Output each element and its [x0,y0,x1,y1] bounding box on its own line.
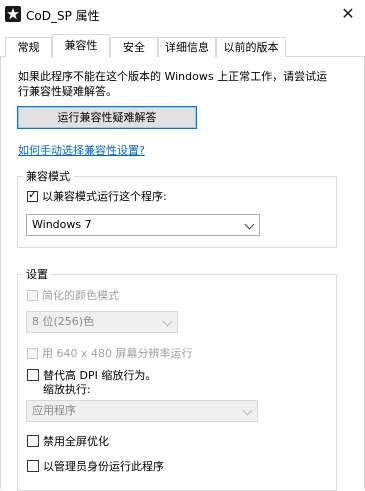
app-icon [5,6,21,22]
settings-legend: 设置 [23,266,51,282]
chevron-down-icon [244,219,255,230]
intro-text: 如果此程序不能在这个版本的 Windows 上正常工作，请尝试运 行兼容性疑难解… [18,69,360,99]
reduced-color-checkbox [27,290,38,301]
close-icon[interactable]: ✕ [337,1,359,27]
fullscreen-opt-checkbox[interactable] [27,435,39,447]
tab-previous-versions[interactable]: 以前的版本 [216,37,286,57]
compat-mode-label: 以兼容模式运行这个程序: [42,190,167,203]
os-version-value: Windows 7 [32,218,92,231]
color-depth-select: 8 位(256)色 [26,311,178,333]
check-mark-icon: ✓ [28,188,38,201]
dpi-override-checkbox[interactable] [27,369,39,381]
color-depth-value: 8 位(256)色 [32,315,95,328]
intro-line-1: 如果此程序不能在这个版本的 Windows 上正常工作，请尝试运 [18,70,328,83]
tab-security[interactable]: 安全 [110,37,158,57]
compat-mode-legend: 兼容模式 [23,168,73,184]
os-version-select[interactable]: Windows 7 [26,214,260,236]
intro-line-2: 行兼容性疑难解答。 [18,85,117,98]
run-troubleshooter-button[interactable]: 运行兼容性疑难解答 [17,106,197,129]
dpi-override-label: 替代高 DPI 缩放行为。 [43,369,157,382]
compat-mode-row[interactable]: ✓ 以兼容模式运行这个程序: [27,188,167,204]
run-as-admin-label: 以管理员身份运行此程序 [43,460,164,473]
dpi-override-row[interactable]: 替代高 DPI 缩放行为。 [27,369,156,383]
dpi-scaling-select: 应用程序 [26,400,258,422]
chevron-down-icon [162,316,173,327]
tab-compatibility[interactable]: 兼容性 [52,34,110,58]
fullscreen-opt-row[interactable]: 禁用全屏优化 [27,435,109,449]
chevron-down-icon [242,405,253,416]
compat-mode-checkbox[interactable]: ✓ [27,188,38,202]
run-as-admin-row[interactable]: 以管理员身份运行此程序 [27,460,164,474]
dpi-scaling-value: 应用程序 [32,404,76,417]
tab-details[interactable]: 详细信息 [158,37,216,57]
tab-general[interactable]: 常规 [5,37,52,57]
compat-mode-group [17,176,337,248]
dpi-scaling-label: 缩放执行: [43,383,91,396]
window-title: CoD_SP 属性 [26,9,100,23]
reduced-color-row: 简化的颜色模式 [27,289,119,303]
reduced-color-label: 简化的颜色模式 [42,289,119,302]
fullscreen-opt-label: 禁用全屏优化 [43,435,109,448]
run-as-admin-checkbox[interactable] [27,460,39,472]
resolution-checkbox [27,348,38,359]
panel-border-left [0,57,1,489]
resolution-label: 用 640 x 480 屏幕分辨率运行 [42,347,193,360]
manual-settings-link[interactable]: 如何手动选择兼容性设置? [18,142,145,158]
resolution-row: 用 640 x 480 屏幕分辨率运行 [27,347,193,361]
